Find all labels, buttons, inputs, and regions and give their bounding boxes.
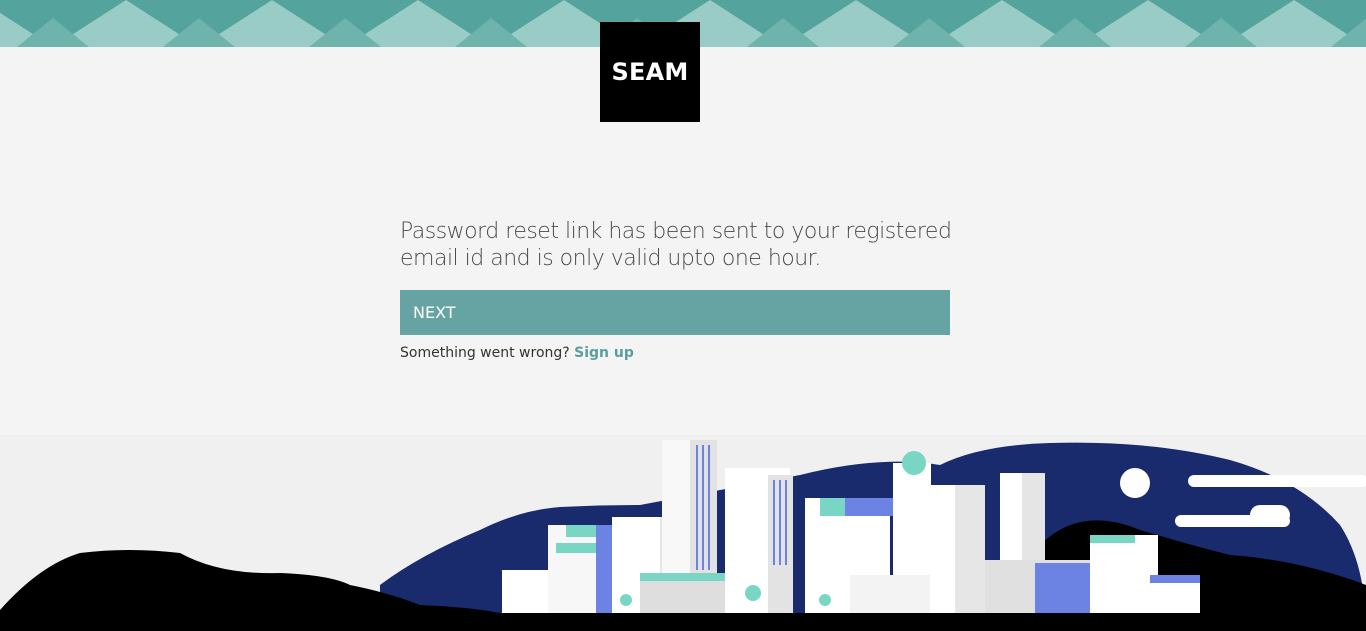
next-button[interactable]: NEXT: [400, 290, 950, 335]
city-illustration: [0, 435, 1366, 631]
help-line: Something went wrong? Sign up: [400, 345, 950, 361]
seam-logo[interactable]: SEAM: [600, 22, 700, 122]
help-prefix: Something went wrong?: [400, 345, 570, 361]
reset-confirmation-panel: Password reset link has been sent to you…: [400, 218, 952, 361]
reset-confirmation-message: Password reset link has been sent to you…: [400, 219, 952, 271]
sign-up-link[interactable]: Sign up: [574, 345, 634, 361]
